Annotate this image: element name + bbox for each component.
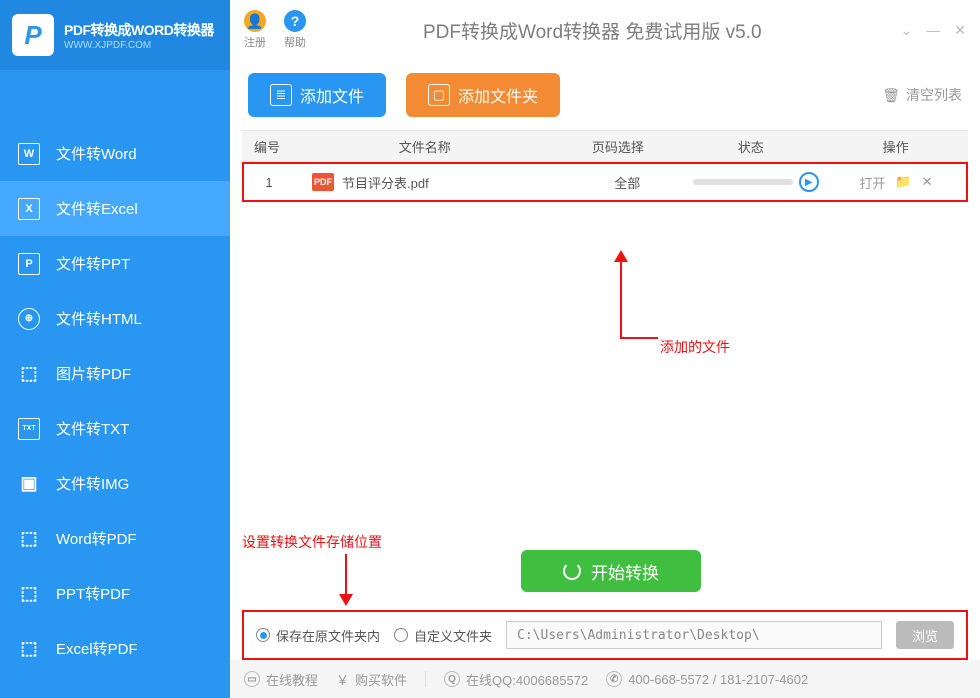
sidebar-label: 文件转Word: [56, 143, 137, 164]
sidebar-item-excel[interactable]: X 文件转Excel: [0, 181, 230, 236]
start-convert-button[interactable]: 开始转换: [521, 550, 701, 592]
content-area: 添加的文件 设置转换文件存储位置 开始转换 保存在原文件夹内 自定义文件夹 浏览…: [230, 202, 980, 698]
statusbar: ▭在线教程 ￥购买软件 Q在线QQ:4006685572 ✆400-668-55…: [230, 660, 980, 698]
titlebar: 👤 注册 ? 帮助 PDF转换成Word转换器 免费试用版 v5.0 ⌄ — ✕: [230, 0, 980, 60]
annotation-line: [620, 337, 658, 339]
folder-icon[interactable]: 📁: [895, 174, 911, 190]
page-select[interactable]: 全部: [569, 173, 686, 192]
play-icon[interactable]: ▶: [799, 172, 819, 192]
refresh-icon: [563, 562, 581, 580]
close-icon[interactable]: ✕: [954, 22, 966, 39]
sidebar-item-word2pdf[interactable]: ⬚ Word转PDF: [0, 511, 230, 566]
table-header: 编号 文件名称 页码选择 状态 操作: [242, 130, 968, 162]
pdf-icon: ⬚: [18, 363, 40, 385]
annotation-line: [620, 257, 622, 337]
arrow-icon: [339, 594, 353, 606]
sidebar-label: 文件转TXT: [56, 418, 129, 439]
radio-save-custom-folder[interactable]: 自定义文件夹: [394, 626, 492, 645]
sidebar-item-ppt2pdf[interactable]: ⬚ PPT转PDF: [0, 566, 230, 621]
pdf-icon: ⬚: [18, 583, 40, 605]
excel-icon: X: [18, 198, 40, 220]
radio-save-same-folder[interactable]: 保存在原文件夹内: [256, 626, 380, 645]
sidebar-label: 图片转PDF: [56, 363, 131, 384]
register-button[interactable]: 👤 注册: [244, 10, 266, 50]
file-name: 节目评分表.pdf: [342, 173, 429, 192]
sidebar-item-txt[interactable]: TXT 文件转TXT: [0, 401, 230, 456]
table-row[interactable]: 1 PDF 节目评分表.pdf 全部 ▶ 打开 📁 ✕: [242, 162, 968, 202]
folder-icon: ▢: [428, 84, 450, 106]
dropdown-icon[interactable]: ⌄: [901, 22, 913, 39]
img-icon: ▣: [18, 473, 40, 495]
sidebar-item-word[interactable]: W 文件转Word: [0, 126, 230, 181]
book-icon: ▭: [244, 671, 260, 687]
col-op: 操作: [823, 137, 968, 156]
sidebar-label: Excel转PDF: [56, 638, 138, 659]
sidebar-label: 文件转HTML: [56, 308, 142, 329]
clear-list-button[interactable]: 🗑清空列表: [882, 85, 962, 105]
sidebar-item-img[interactable]: ▣ 文件转IMG: [0, 456, 230, 511]
buy-link[interactable]: ￥购买软件: [336, 670, 407, 689]
col-state: 状态: [678, 137, 823, 156]
toolbar: ≣添加文件 ▢添加文件夹 🗑清空列表: [230, 60, 980, 130]
phone-contact[interactable]: ✆400-668-5572 / 181-2107-4602: [606, 671, 808, 687]
pdf-icon: ⬚: [18, 638, 40, 660]
brand-title: PDF转换成WORD转换器: [64, 20, 214, 40]
pdf-file-icon: PDF: [312, 173, 334, 191]
add-file-button[interactable]: ≣添加文件: [248, 73, 386, 117]
chat-icon: Q: [444, 671, 460, 687]
qq-contact[interactable]: Q在线QQ:4006685572: [444, 670, 588, 689]
file-icon: ≣: [270, 84, 292, 106]
browse-button[interactable]: 浏览: [896, 621, 954, 649]
app-title: PDF转换成Word转换器 免费试用版 v5.0: [284, 17, 901, 44]
sidebar-item-excel2pdf[interactable]: ⬚ Excel转PDF: [0, 621, 230, 676]
ppt-icon: P: [18, 253, 40, 275]
sidebar-label: 文件转Excel: [56, 198, 138, 219]
html-icon: ⊕: [18, 308, 40, 330]
word-icon: W: [18, 143, 40, 165]
open-link[interactable]: 打开: [859, 173, 885, 192]
tutorial-link[interactable]: ▭在线教程: [244, 670, 318, 689]
sidebar-item-html[interactable]: ⊕ 文件转HTML: [0, 291, 230, 346]
col-name: 文件名称: [292, 137, 558, 156]
sidebar-label: Word转PDF: [56, 528, 137, 549]
progress-bar: [693, 179, 793, 185]
sidebar-label: 文件转IMG: [56, 473, 129, 494]
txt-icon: TXT: [18, 418, 40, 440]
save-path-input[interactable]: [506, 621, 882, 649]
user-icon: 👤: [244, 10, 266, 32]
annotation-save-location: 设置转换文件存储位置: [242, 532, 382, 552]
col-page: 页码选择: [558, 137, 679, 156]
main-pane: 👤 注册 ? 帮助 PDF转换成Word转换器 免费试用版 v5.0 ⌄ — ✕…: [230, 0, 980, 698]
sidebar-label: 文件转PPT: [56, 253, 130, 274]
phone-icon: ✆: [606, 671, 622, 687]
annotation-file-added: 添加的文件: [660, 337, 730, 357]
radio-icon: [394, 628, 408, 642]
sidebar-label: PPT转PDF: [56, 583, 130, 604]
sidebar: P PDF转换成WORD转换器 WWW.XJPDF.COM W 文件转Word X…: [0, 0, 230, 698]
row-state: ▶: [686, 172, 826, 192]
remove-icon[interactable]: ✕: [922, 174, 933, 190]
row-index: 1: [244, 175, 294, 190]
radio-icon: [256, 628, 270, 642]
sidebar-item-ppt[interactable]: P 文件转PPT: [0, 236, 230, 291]
brand-sub: WWW.XJPDF.COM: [64, 40, 214, 51]
sidebar-item-img2pdf[interactable]: ⬚ 图片转PDF: [0, 346, 230, 401]
brand-logo: P PDF转换成WORD转换器 WWW.XJPDF.COM: [0, 0, 230, 70]
logo-icon: P: [12, 14, 54, 56]
minimize-icon[interactable]: —: [926, 22, 940, 39]
yen-icon: ￥: [336, 670, 349, 689]
pdf-icon: ⬚: [18, 528, 40, 550]
col-idx: 编号: [242, 137, 292, 156]
save-location-row: 保存在原文件夹内 自定义文件夹 浏览: [242, 610, 968, 660]
add-folder-button[interactable]: ▢添加文件夹: [406, 73, 560, 117]
trash-icon: 🗑: [882, 87, 900, 104]
